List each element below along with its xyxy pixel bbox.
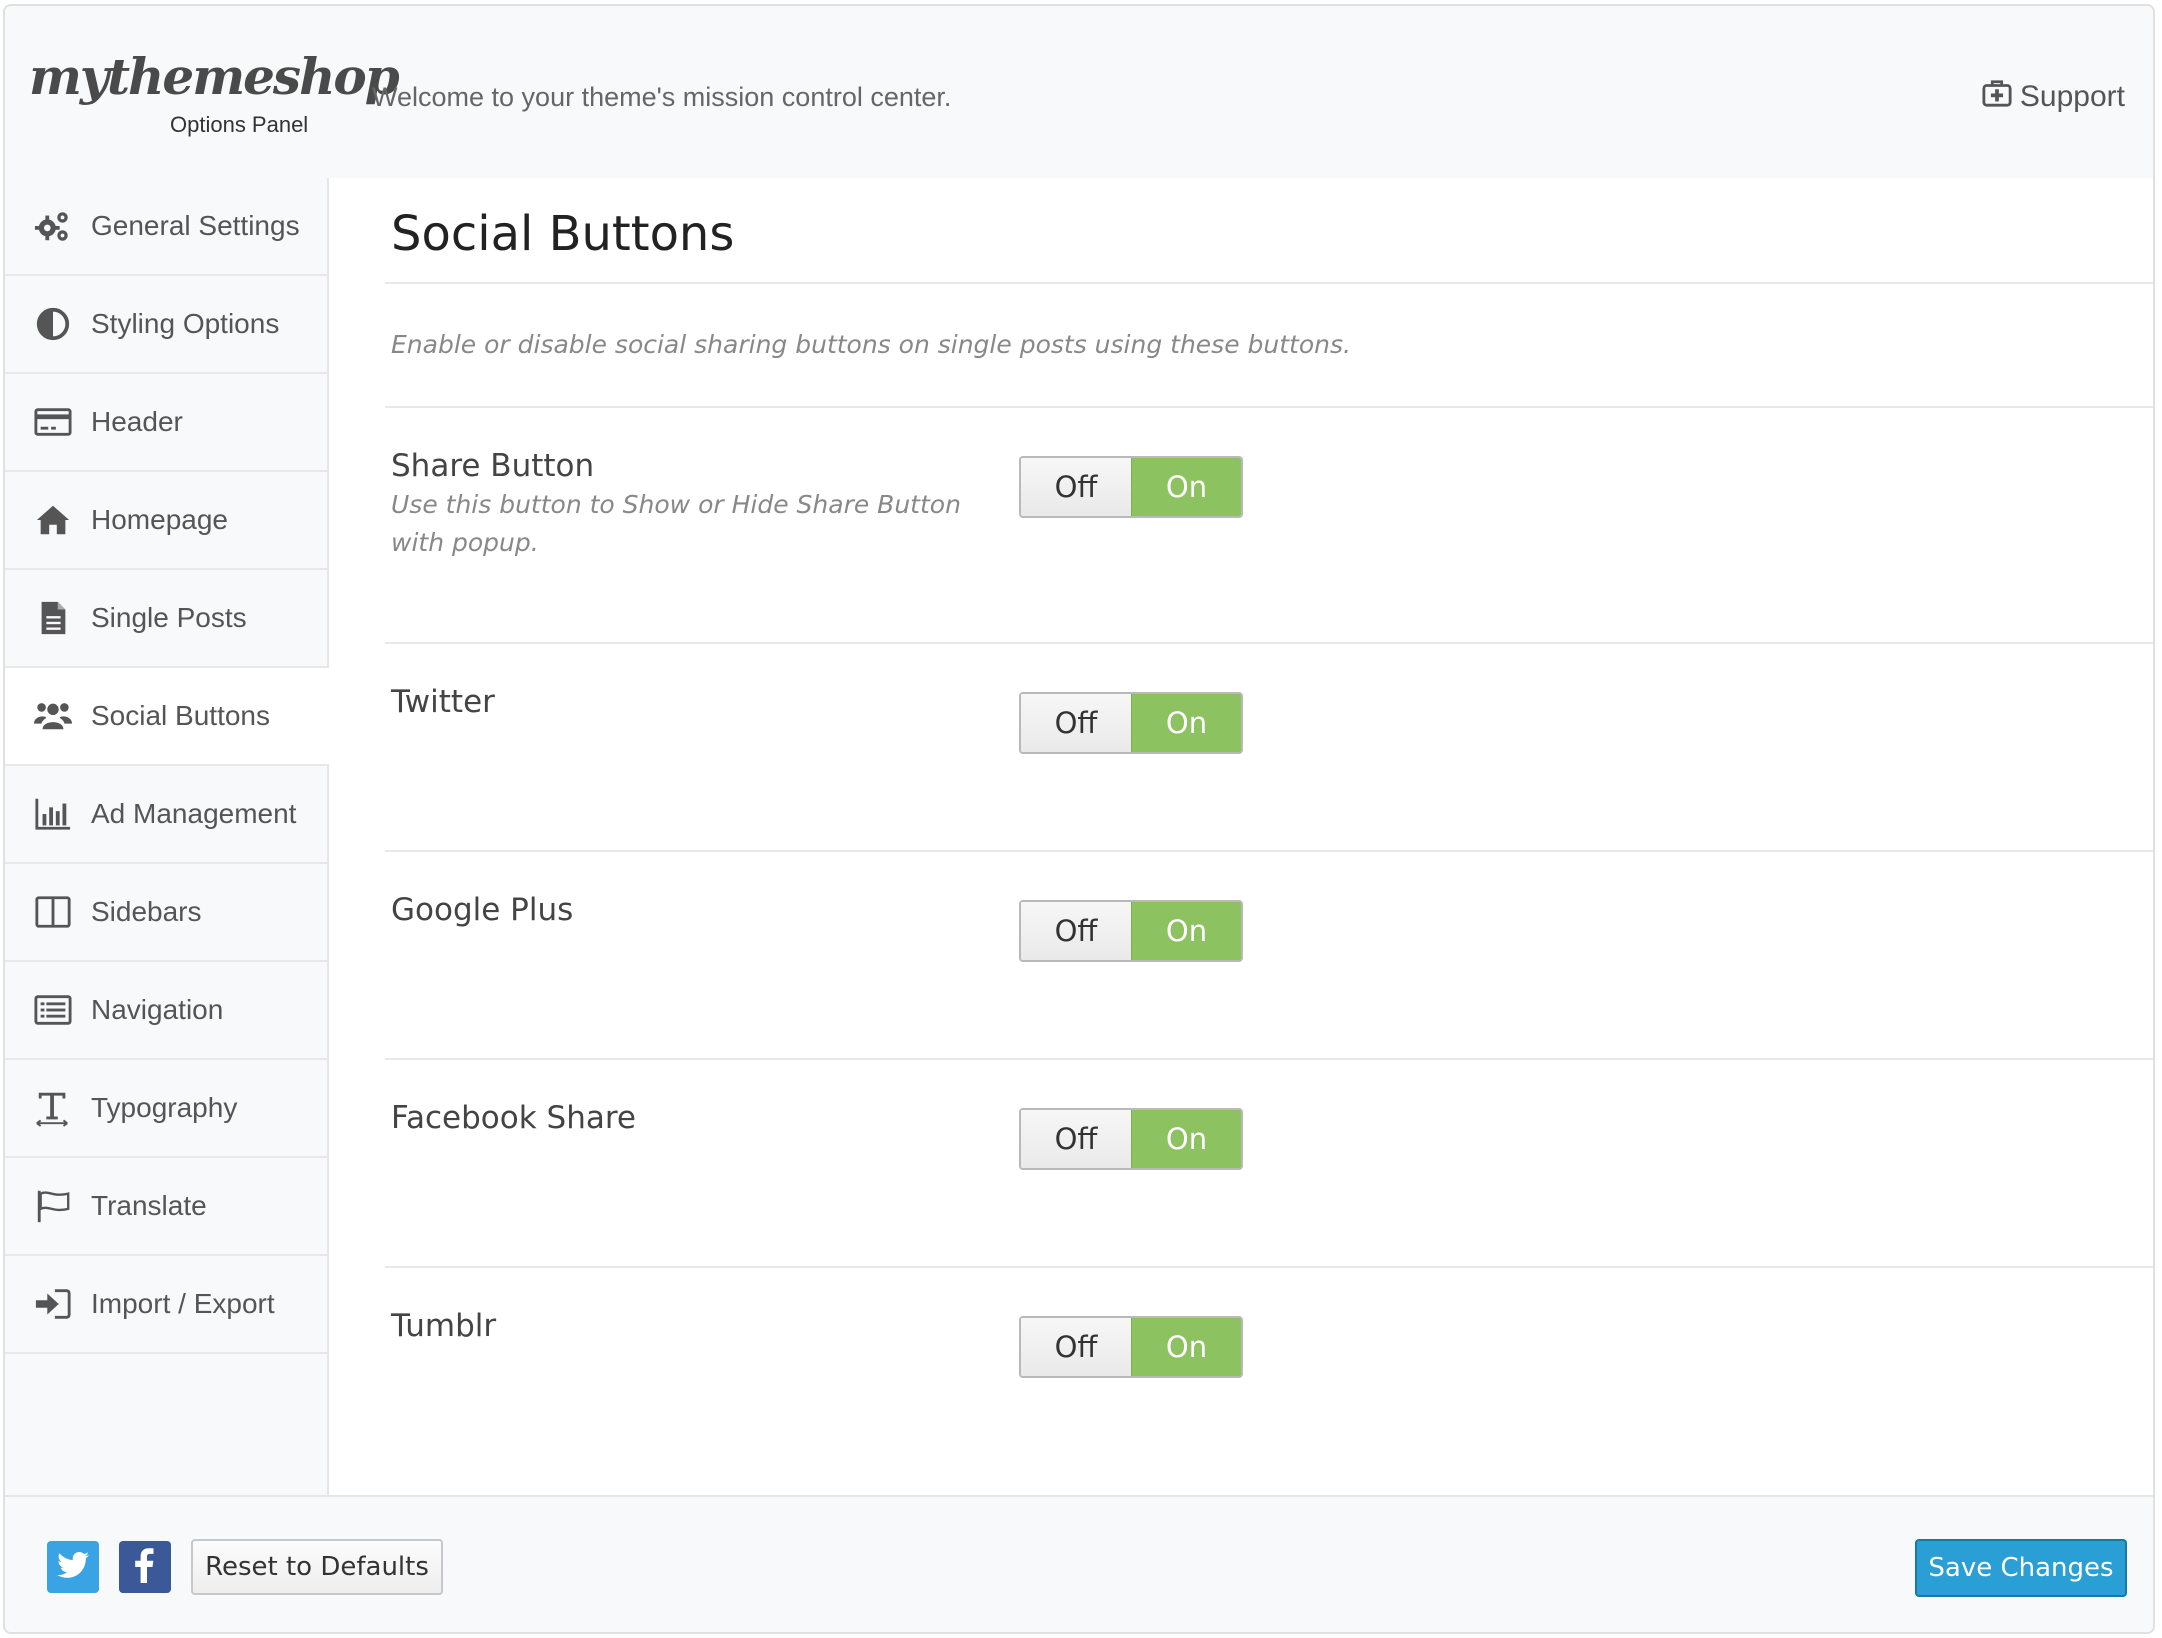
document-icon [33,598,73,638]
sidebar-item-header[interactable]: Header [5,374,327,472]
twitter-link[interactable] [47,1541,99,1593]
users-icon [33,696,73,736]
welcome-text: Welcome to your theme's mission control … [372,82,952,112]
share-button-toggle[interactable]: Off On [1019,456,1243,518]
facebook-share-toggle[interactable]: Off On [1019,1108,1243,1170]
flag-icon [33,1186,73,1226]
section-description: Enable or disable social sharing buttons… [391,330,1351,359]
sidebar-item-label: Translate [91,1190,207,1221]
sidebar-item-label: Ad Management [91,798,297,829]
option-title: Google Plus [391,892,574,928]
sign-in-icon [33,1284,73,1324]
sidebar-item-single-posts[interactable]: Single Posts [5,570,327,668]
sidebar-item-navigation[interactable]: Navigation [5,962,327,1060]
sidebar-item-label: Typography [91,1092,238,1123]
sidebar-item-label: Homepage [91,504,228,535]
toggle-on-button[interactable]: On [1131,1110,1241,1168]
sidebar-item-general-settings[interactable]: General Settings [5,178,327,276]
sidebar-item-typography[interactable]: Typography [5,1060,327,1158]
top-header: mythemeshop Options Panel Welcome to you… [5,6,2153,180]
option-title: Tumblr [391,1308,497,1344]
option-title: Twitter [391,684,495,720]
footer-bar: Reset to Defaults Save Changes [5,1495,2153,1632]
sidebar-item-label: Navigation [91,994,224,1025]
sidebar-item-import-export[interactable]: Import / Export [5,1256,327,1354]
divider [385,642,2153,644]
bar-chart-icon [33,794,73,834]
divider [385,850,2153,852]
twitter-icon [53,1545,93,1589]
divider [385,282,2153,284]
divider [385,406,2153,408]
sidebar-item-styling-options[interactable]: Styling Options [5,276,327,374]
main-content: Social Buttons Enable or disable social … [329,178,2153,1495]
option-description: Use this button to Show or Hide Share Bu… [391,490,961,557]
columns-icon [33,892,73,932]
save-changes-button[interactable]: Save Changes [1915,1539,2127,1597]
contrast-icon [33,304,73,344]
home-icon [33,500,73,540]
facebook-icon [125,1545,165,1589]
sidebar-item-label: Sidebars [91,896,202,927]
sidebar-item-translate[interactable]: Translate [5,1158,327,1256]
divider [385,1058,2153,1060]
sidebar-item-homepage[interactable]: Homepage [5,472,327,570]
sidebar-item-label: Header [91,406,183,437]
text-height-icon [33,1088,73,1128]
sidebar-item-ad-management[interactable]: Ad Management [5,766,327,864]
toggle-on-button[interactable]: On [1131,694,1241,752]
logo-subtitle: Options Panel [170,112,309,137]
options-panel: mythemeshop Options Panel Welcome to you… [3,4,2155,1634]
option-title: Facebook Share [391,1100,636,1136]
toggle-on-button[interactable]: On [1131,902,1241,960]
toggle-off-button[interactable]: Off [1021,1318,1131,1376]
option-title: Share Button [391,448,595,484]
sidebar-item-social-buttons[interactable]: Social Buttons [5,668,329,766]
support-label: Support [2019,80,2125,113]
toggle-on-button[interactable]: On [1131,1318,1241,1376]
sidebar-item-label: Import / Export [91,1288,275,1319]
toggle-on-button[interactable]: On [1131,458,1241,516]
header-card-icon [33,402,73,442]
tumblr-toggle[interactable]: Off On [1019,1316,1243,1378]
first-aid-kit-icon [1982,78,2012,116]
divider [385,1266,2153,1268]
page-title: Social Buttons [391,206,735,262]
reset-to-defaults-button[interactable]: Reset to Defaults [191,1539,443,1595]
facebook-link[interactable] [119,1541,171,1593]
logo: mythemeshop [29,47,400,106]
google-plus-toggle[interactable]: Off On [1019,900,1243,962]
toggle-off-button[interactable]: Off [1021,1110,1131,1168]
toggle-off-button[interactable]: Off [1021,694,1131,752]
sidebar-item-label: Styling Options [91,308,280,339]
sidebar-item-label: Social Buttons [91,700,270,731]
support-link[interactable]: Support [1982,78,2125,116]
sidebar-item-label: Single Posts [91,602,247,633]
list-icon [33,990,73,1030]
gears-icon [33,206,73,246]
sidebar-item-sidebars[interactable]: Sidebars [5,864,327,962]
sidebar-item-label: General Settings [91,210,300,241]
toggle-off-button[interactable]: Off [1021,902,1131,960]
twitter-toggle[interactable]: Off On [1019,692,1243,754]
toggle-off-button[interactable]: Off [1021,458,1131,516]
sidebar-nav: General Settings Styling Options Header … [5,178,329,1495]
